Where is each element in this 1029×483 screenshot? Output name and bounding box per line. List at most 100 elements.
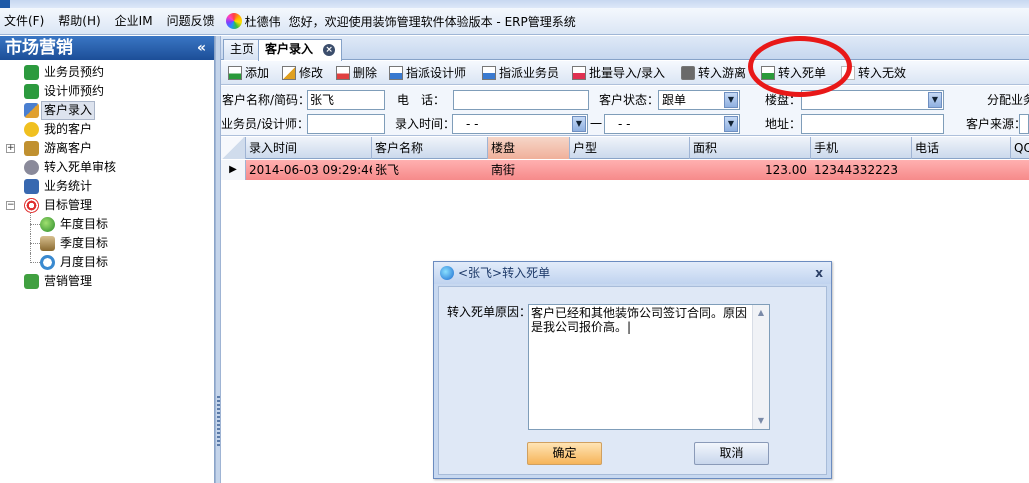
app-icon <box>440 266 454 280</box>
to-invalid-label: 转入无效 <box>858 66 907 80</box>
sidebar-item-target-management[interactable]: − 目标管理 <box>0 196 214 215</box>
source-input[interactable] <box>1019 114 1029 134</box>
delete-label: 删除 <box>353 66 378 80</box>
column-header[interactable]: QQ <box>1011 137 1029 159</box>
import-icon <box>572 65 586 80</box>
cancel-button[interactable]: 取消 <box>694 442 769 465</box>
close-button[interactable]: x <box>815 262 823 284</box>
dialog-titlebar[interactable]: <张飞>转入死单 x <box>434 262 831 284</box>
sidebar-item-my-customers[interactable]: 我的客户 <box>0 120 214 139</box>
sidebar-item-quarter-target[interactable]: 季度目标 <box>0 234 214 253</box>
add-label: 添加 <box>245 66 270 80</box>
delete-button[interactable]: 删除 <box>336 64 377 82</box>
edit-button[interactable]: 修改 <box>282 64 323 82</box>
assign-sales-label: 指派业务员 <box>499 66 560 80</box>
sidebar-item-month-target[interactable]: 月度目标 <box>0 253 214 272</box>
cell-type <box>570 160 690 180</box>
to-invalid-button[interactable]: 转入无效 <box>841 64 906 82</box>
add-button[interactable]: 添加 <box>228 64 269 82</box>
scroll-down-icon[interactable]: ▼ <box>753 413 769 429</box>
chevron-down-icon[interactable]: ▼ <box>572 116 586 132</box>
status-select[interactable]: 跟单 ▼ <box>658 90 740 110</box>
time-to-value: - - <box>618 117 631 131</box>
tab-label: 主页 <box>230 42 255 56</box>
expand-icon[interactable]: + <box>6 144 15 153</box>
column-header[interactable]: 录入时间 <box>246 137 372 159</box>
cell-area: 123.00 <box>765 163 807 177</box>
sidebar-title: 市场营销 <box>5 38 73 58</box>
cell-qq <box>1011 160 1029 180</box>
toolbar: 添加 修改 删除 指派设计师 指派业务员 批量导入/录入 转入游离 转入死单 转… <box>221 61 1029 85</box>
to-free-button[interactable]: 转入游离 <box>681 64 758 82</box>
assign-icon <box>389 65 403 80</box>
delete-icon <box>336 65 350 80</box>
splitter-grip[interactable] <box>217 396 220 446</box>
column-header[interactable]: 客户名称 <box>372 137 488 159</box>
time-from-picker[interactable]: - - ▼ <box>452 114 588 134</box>
tab-home[interactable]: 主页 <box>223 39 262 60</box>
edit-label: 修改 <box>299 66 324 80</box>
welcome-text: 您好，欢迎使用装饰管理软件体验版本 - ERP管理系统 <box>288 14 576 29</box>
invalid-icon <box>841 65 855 80</box>
sidebar-item-designer-appointment[interactable]: 设计师预约 <box>0 82 214 101</box>
tab-customer-entry[interactable]: 客户录入 × <box>258 39 343 61</box>
sidebar-item-label: 年度目标 <box>60 217 109 231</box>
nav-tree: 业务员预约 设计师预约 客户录入 我的客户 + 游离客户 转入死单审核 业务统计 <box>0 60 214 291</box>
grid-corner <box>221 137 246 159</box>
menu-im[interactable]: 企业IM <box>108 8 160 35</box>
collapse-tree-icon[interactable]: − <box>6 201 15 210</box>
sidebar-item-free-customers[interactable]: + 游离客户 <box>0 139 214 158</box>
chevron-down-icon[interactable]: ▼ <box>928 92 942 108</box>
sidebar-item-annual-target[interactable]: 年度目标 <box>0 213 214 234</box>
menu-feedback[interactable]: 问题反馈 <box>160 8 222 35</box>
table-row[interactable]: ▶ 2014-06-03 09:29:46 张飞 南街 123.00 12344… <box>221 160 1029 180</box>
row-indicator-icon: ▶ <box>221 160 246 180</box>
batch-import-button[interactable]: 批量导入/录入 <box>572 64 665 82</box>
printer-icon <box>681 65 695 80</box>
sidebar-header: 市场营销 « <box>0 36 214 60</box>
menu-file[interactable]: 文件(F) <box>0 8 51 35</box>
column-header[interactable]: 楼盘 <box>488 137 570 159</box>
collapse-button[interactable]: « <box>197 36 206 60</box>
staff-label: 业务员/设计师： <box>221 117 310 131</box>
sidebar-item-label: 转入死单审核 <box>44 160 117 174</box>
name-input[interactable]: 张飞 <box>307 90 385 110</box>
phone-input[interactable] <box>453 90 589 110</box>
menu-help[interactable]: 帮助(H) <box>51 8 107 35</box>
cell-name: 张飞 <box>375 163 400 177</box>
to-dead-button[interactable]: 转入死单 <box>761 64 826 82</box>
sidebar-item-dead-review[interactable]: 转入死单审核 <box>0 158 214 177</box>
time-to-picker[interactable]: - - ▼ <box>604 114 740 134</box>
edit-icon <box>282 65 296 80</box>
column-header[interactable]: 手机 <box>811 137 912 159</box>
sidebar-item-statistics[interactable]: 业务统计 <box>0 177 214 196</box>
hourglass-icon <box>40 236 55 251</box>
sidebar-item-sales-appointment[interactable]: 业务员预约 <box>0 63 214 82</box>
assign-designer-button[interactable]: 指派设计师 <box>389 64 466 82</box>
reason-textarea[interactable]: 客户已经和其他装饰公司签订合同。原因是我公司报价高。| <box>528 304 770 430</box>
column-header[interactable]: 电话 <box>912 137 1011 159</box>
sidebar-item-customer-entry[interactable]: 客户录入 <box>0 101 214 120</box>
sidebar-item-label: 月度目标 <box>60 255 109 269</box>
staff-input[interactable] <box>307 114 385 134</box>
textarea-scrollbar[interactable]: ▲ ▼ <box>752 305 769 429</box>
chevron-down-icon[interactable]: ▼ <box>724 92 738 108</box>
phone-icon <box>24 84 39 99</box>
door-icon <box>24 141 39 156</box>
chevron-down-icon[interactable]: ▼ <box>724 116 738 132</box>
source-label: 客户来源： <box>966 117 1027 131</box>
sidebar-item-marketing[interactable]: 营销管理 <box>0 272 214 291</box>
column-header[interactable]: 户型 <box>570 137 690 159</box>
to-dead-label: 转入死单 <box>778 66 827 80</box>
scroll-up-icon[interactable]: ▲ <box>753 305 769 321</box>
cell-mobile: 12344332223 <box>814 163 898 177</box>
ok-button[interactable]: 确定 <box>527 442 602 465</box>
address-input[interactable] <box>801 114 944 134</box>
building-label: 楼盘： <box>765 93 802 107</box>
tree-line <box>30 243 40 244</box>
building-select[interactable]: ▼ <box>801 90 944 110</box>
column-header[interactable]: 面积 <box>690 137 811 159</box>
tree-line <box>30 262 40 263</box>
assign-sales-button[interactable]: 指派业务员 <box>482 64 559 82</box>
close-icon[interactable]: × <box>323 43 336 56</box>
